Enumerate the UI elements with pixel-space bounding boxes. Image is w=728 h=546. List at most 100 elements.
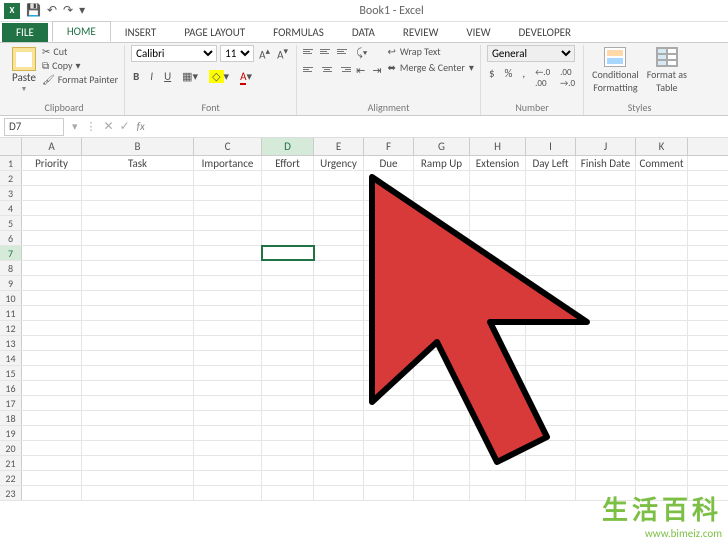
row-header[interactable]: 21 bbox=[0, 456, 22, 470]
cell[interactable] bbox=[470, 291, 526, 305]
cell[interactable] bbox=[194, 186, 262, 200]
cell[interactable] bbox=[314, 306, 364, 320]
cell[interactable] bbox=[314, 261, 364, 275]
cell[interactable] bbox=[262, 231, 314, 245]
cell[interactable] bbox=[526, 216, 576, 230]
cell[interactable] bbox=[470, 231, 526, 245]
percent-button[interactable]: % bbox=[503, 66, 515, 90]
font-name-select[interactable]: Calibri bbox=[131, 45, 217, 62]
cell[interactable] bbox=[22, 486, 82, 500]
cell[interactable] bbox=[262, 471, 314, 485]
cell[interactable] bbox=[22, 231, 82, 245]
cell[interactable] bbox=[22, 186, 82, 200]
cell[interactable] bbox=[414, 486, 470, 500]
cell[interactable] bbox=[82, 171, 194, 185]
enter-formula-icon[interactable]: ✓ bbox=[117, 119, 133, 134]
copy-button[interactable]: ⧉Copy▾ bbox=[42, 59, 118, 72]
cell[interactable] bbox=[526, 291, 576, 305]
cell[interactable]: Priority bbox=[22, 156, 82, 170]
row-header[interactable]: 7 bbox=[0, 246, 22, 260]
name-box[interactable]: D7 bbox=[4, 118, 64, 136]
format-painter-button[interactable]: 🖌Format Painter bbox=[42, 73, 118, 86]
cell[interactable] bbox=[414, 261, 470, 275]
cell[interactable] bbox=[526, 276, 576, 290]
cell[interactable] bbox=[414, 471, 470, 485]
col-header-E[interactable]: E bbox=[314, 138, 364, 155]
cell[interactable] bbox=[470, 261, 526, 275]
cell[interactable]: Due bbox=[364, 156, 414, 170]
cell[interactable] bbox=[22, 411, 82, 425]
cell[interactable] bbox=[414, 441, 470, 455]
cell[interactable] bbox=[314, 366, 364, 380]
cell[interactable] bbox=[194, 486, 262, 500]
cell[interactable] bbox=[194, 291, 262, 305]
underline-button[interactable]: U bbox=[162, 69, 173, 84]
cell[interactable]: Day Left bbox=[526, 156, 576, 170]
cell[interactable]: Extension bbox=[470, 156, 526, 170]
cell[interactable] bbox=[22, 261, 82, 275]
cell[interactable] bbox=[470, 351, 526, 365]
cell[interactable] bbox=[414, 456, 470, 470]
cell[interactable] bbox=[414, 186, 470, 200]
cell[interactable] bbox=[364, 471, 414, 485]
cell[interactable] bbox=[22, 396, 82, 410]
cell[interactable] bbox=[194, 171, 262, 185]
cell[interactable] bbox=[22, 456, 82, 470]
cell[interactable] bbox=[526, 231, 576, 245]
cell[interactable] bbox=[194, 396, 262, 410]
row-header[interactable]: 10 bbox=[0, 291, 22, 305]
align-middle-button[interactable] bbox=[320, 45, 334, 57]
cell[interactable] bbox=[414, 291, 470, 305]
cell[interactable] bbox=[194, 306, 262, 320]
cell[interactable] bbox=[364, 276, 414, 290]
cell[interactable] bbox=[470, 381, 526, 395]
cell[interactable] bbox=[414, 216, 470, 230]
cell[interactable]: Comment bbox=[636, 156, 688, 170]
cell[interactable] bbox=[576, 441, 636, 455]
cell[interactable] bbox=[414, 201, 470, 215]
cell[interactable] bbox=[262, 366, 314, 380]
cell[interactable] bbox=[470, 411, 526, 425]
decrease-font-icon[interactable]: A▾ bbox=[275, 45, 290, 63]
cell[interactable] bbox=[22, 201, 82, 215]
cell[interactable] bbox=[526, 411, 576, 425]
cell[interactable] bbox=[364, 456, 414, 470]
cell[interactable] bbox=[576, 396, 636, 410]
cell[interactable] bbox=[194, 246, 262, 260]
row-header[interactable]: 5 bbox=[0, 216, 22, 230]
cell[interactable] bbox=[82, 441, 194, 455]
cell[interactable] bbox=[194, 216, 262, 230]
cell[interactable] bbox=[262, 426, 314, 440]
cell[interactable] bbox=[414, 426, 470, 440]
align-left-button[interactable] bbox=[303, 63, 317, 75]
cell[interactable] bbox=[576, 306, 636, 320]
cell[interactable] bbox=[526, 336, 576, 350]
cell[interactable] bbox=[314, 231, 364, 245]
cell[interactable] bbox=[82, 396, 194, 410]
font-color-button[interactable]: A▾ bbox=[238, 69, 254, 84]
cell[interactable] bbox=[22, 306, 82, 320]
cell[interactable] bbox=[82, 306, 194, 320]
col-header-H[interactable]: H bbox=[470, 138, 526, 155]
cell[interactable]: Urgency bbox=[314, 156, 364, 170]
align-top-button[interactable] bbox=[303, 45, 317, 57]
cell[interactable] bbox=[314, 336, 364, 350]
orientation-button[interactable]: ⤹▾ bbox=[354, 45, 369, 61]
cell[interactable] bbox=[262, 306, 314, 320]
cell[interactable] bbox=[262, 276, 314, 290]
col-header-I[interactable]: I bbox=[526, 138, 576, 155]
cell[interactable] bbox=[364, 171, 414, 185]
cell[interactable] bbox=[314, 486, 364, 500]
cell[interactable] bbox=[576, 186, 636, 200]
cancel-formula-icon[interactable]: ✕ bbox=[101, 119, 117, 134]
cell[interactable] bbox=[470, 186, 526, 200]
cell[interactable] bbox=[194, 336, 262, 350]
cell[interactable] bbox=[636, 276, 688, 290]
cell[interactable] bbox=[82, 246, 194, 260]
tab-page-layout[interactable]: PAGE LAYOUT bbox=[170, 23, 259, 42]
cell[interactable] bbox=[576, 216, 636, 230]
cell[interactable] bbox=[364, 426, 414, 440]
cell[interactable] bbox=[414, 381, 470, 395]
cell[interactable] bbox=[470, 471, 526, 485]
row-header[interactable]: 19 bbox=[0, 426, 22, 440]
